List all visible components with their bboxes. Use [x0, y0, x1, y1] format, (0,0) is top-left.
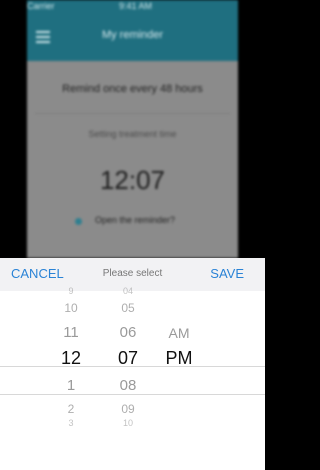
hour-option[interactable]: 3 [41, 419, 101, 428]
ampm-option[interactable]: AM [149, 326, 209, 340]
time-picker-sheet: CANCEL Please select SAVE 9 10 11 12 1 2 3 04 0… [0, 258, 265, 470]
radio-icon[interactable] [75, 218, 82, 225]
hour-option[interactable]: 9 [41, 287, 101, 296]
open-reminder-label: Open the reminder? [95, 215, 176, 225]
hour-wheel[interactable]: 9 10 11 12 1 2 3 [41, 287, 101, 470]
ampm-wheel[interactable]: AM PM [149, 291, 209, 470]
save-button[interactable]: SAVE [210, 266, 244, 281]
carrier-label: Carrier [27, 1, 55, 11]
divider [35, 113, 230, 114]
hour-option[interactable]: 1 [41, 378, 101, 393]
app-title: My reminder [101, 29, 164, 41]
status-bar: Carrier 9:41 AM [27, 0, 238, 14]
ampm-option-selected[interactable]: PM [149, 349, 209, 367]
hour-option-selected[interactable]: 12 [41, 349, 101, 367]
reminder-card: Remind once every 48 hours Setting treat… [27, 61, 238, 258]
hour-option[interactable]: 11 [41, 325, 101, 340]
hour-option[interactable]: 10 [41, 302, 101, 314]
background-app: Carrier 9:41 AM My reminder Remind once … [27, 0, 238, 258]
setting-time-label: Setting treatment time [88, 129, 177, 139]
app-bar: My reminder [27, 14, 238, 61]
treatment-time[interactable]: 12:07 [27, 165, 238, 196]
hour-option[interactable]: 2 [41, 403, 101, 415]
remind-frequency: Remind once every 48 hours [62, 83, 203, 95]
status-clock: 9:41 AM [119, 1, 153, 11]
